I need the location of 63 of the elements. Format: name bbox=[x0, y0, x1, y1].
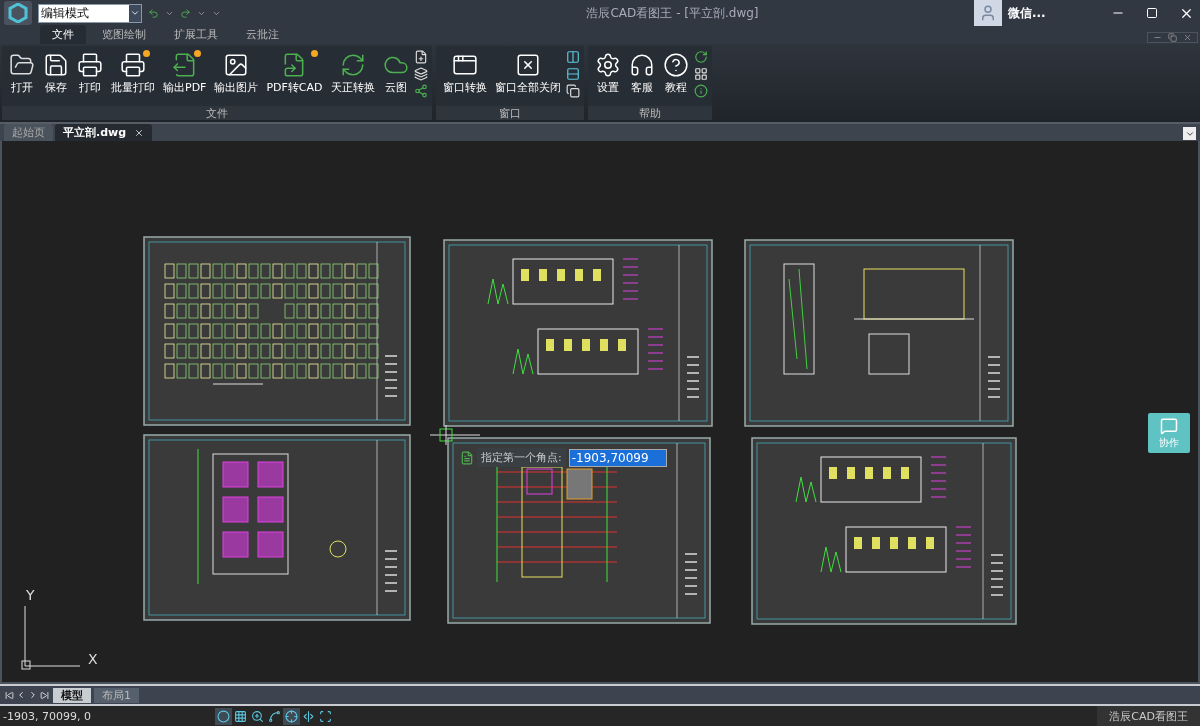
ribbon-button[interactable]: 云图 bbox=[379, 50, 412, 97]
file-plus-icon[interactable] bbox=[413, 50, 428, 64]
ribbon-tab[interactable]: 文件 bbox=[40, 25, 86, 44]
x-axis-label: X bbox=[88, 651, 98, 667]
chevron-down-icon bbox=[130, 8, 140, 18]
ribbon-button[interactable]: PDF转CAD bbox=[263, 50, 326, 97]
file-icon bbox=[460, 450, 474, 465]
group-title: 帮助 bbox=[587, 106, 712, 120]
redo-icon[interactable] bbox=[180, 7, 191, 19]
image-icon bbox=[223, 52, 250, 78]
help-icon bbox=[662, 52, 689, 78]
rows-icon[interactable] bbox=[565, 67, 580, 81]
ribbon-button[interactable]: 输出PDF bbox=[160, 50, 210, 97]
crosshair-cursor-icon bbox=[430, 425, 480, 445]
tab-list-button[interactable] bbox=[1183, 127, 1196, 140]
ribbon-button[interactable]: 天正转换 bbox=[327, 50, 378, 97]
mode-select[interactable]: 编辑模式 bbox=[38, 3, 142, 23]
status-app-name: 浩辰CAD看图王 bbox=[1097, 705, 1200, 726]
first-icon[interactable] bbox=[4, 690, 15, 700]
headset-icon bbox=[628, 52, 655, 78]
close-icon[interactable] bbox=[134, 127, 145, 138]
ribbon-button[interactable]: 客服 bbox=[625, 50, 658, 97]
group-title: 文件 bbox=[2, 106, 432, 120]
cascade-windows-icon[interactable] bbox=[565, 84, 580, 98]
settings-icon bbox=[594, 52, 621, 78]
chat-icon bbox=[1160, 416, 1178, 435]
share-icon[interactable] bbox=[413, 84, 428, 98]
window-title: 浩辰CAD看图王 - [平立剖.dwg] bbox=[585, 4, 760, 22]
last-icon[interactable] bbox=[39, 690, 50, 700]
document-tab[interactable]: 平立剖.dwg bbox=[55, 124, 153, 141]
columns-icon[interactable] bbox=[565, 50, 580, 64]
user-name[interactable]: 微信... bbox=[1008, 4, 1098, 22]
y-axis-label: Y bbox=[26, 587, 35, 603]
ribbon-button[interactable]: 批量打印 bbox=[108, 50, 158, 97]
ribbon-tab[interactable]: 云批注 bbox=[234, 25, 291, 44]
ribbon-button[interactable]: 设置 bbox=[591, 50, 624, 97]
layout-tab[interactable]: 模型 bbox=[53, 687, 91, 703]
window-close-icon bbox=[514, 52, 541, 78]
ribbon-button[interactable]: 打印 bbox=[74, 50, 106, 97]
ribbon-button[interactable]: 输出图片 bbox=[211, 50, 262, 97]
coordinates-readout: -1903, 70099, 0 bbox=[2, 709, 92, 723]
layers-icon[interactable] bbox=[413, 67, 428, 81]
info-icon[interactable] bbox=[693, 84, 708, 98]
printer-icon bbox=[77, 52, 103, 78]
refresh-icon bbox=[339, 52, 366, 78]
ribbon-tab[interactable]: 扩展工具 bbox=[162, 25, 230, 44]
group-title: 窗口 bbox=[435, 106, 584, 120]
crosshair-icon[interactable] bbox=[283, 707, 300, 725]
ribbon-button[interactable]: 窗口转换 bbox=[439, 50, 490, 97]
circle-icon[interactable] bbox=[215, 707, 232, 725]
ribbon-button[interactable]: 保存 bbox=[40, 50, 72, 97]
ribbon-tab[interactable]: 览图绘制 bbox=[90, 25, 158, 44]
maximize-icon bbox=[1146, 7, 1158, 19]
command-prompt: 指定第一个角点: bbox=[477, 448, 566, 467]
undo-icon[interactable] bbox=[148, 7, 159, 19]
ribbon-button[interactable]: 窗口全部关闭 bbox=[491, 50, 564, 97]
grid-icon[interactable] bbox=[693, 67, 708, 81]
document-tab[interactable]: 起始页 bbox=[4, 124, 53, 141]
ribbon-button[interactable]: 打开 bbox=[6, 50, 38, 97]
ribbon-button[interactable]: 教程 bbox=[659, 50, 692, 97]
printer-icon bbox=[120, 52, 146, 78]
refresh-icon[interactable] bbox=[693, 50, 708, 64]
app-logo[interactable] bbox=[4, 1, 32, 25]
